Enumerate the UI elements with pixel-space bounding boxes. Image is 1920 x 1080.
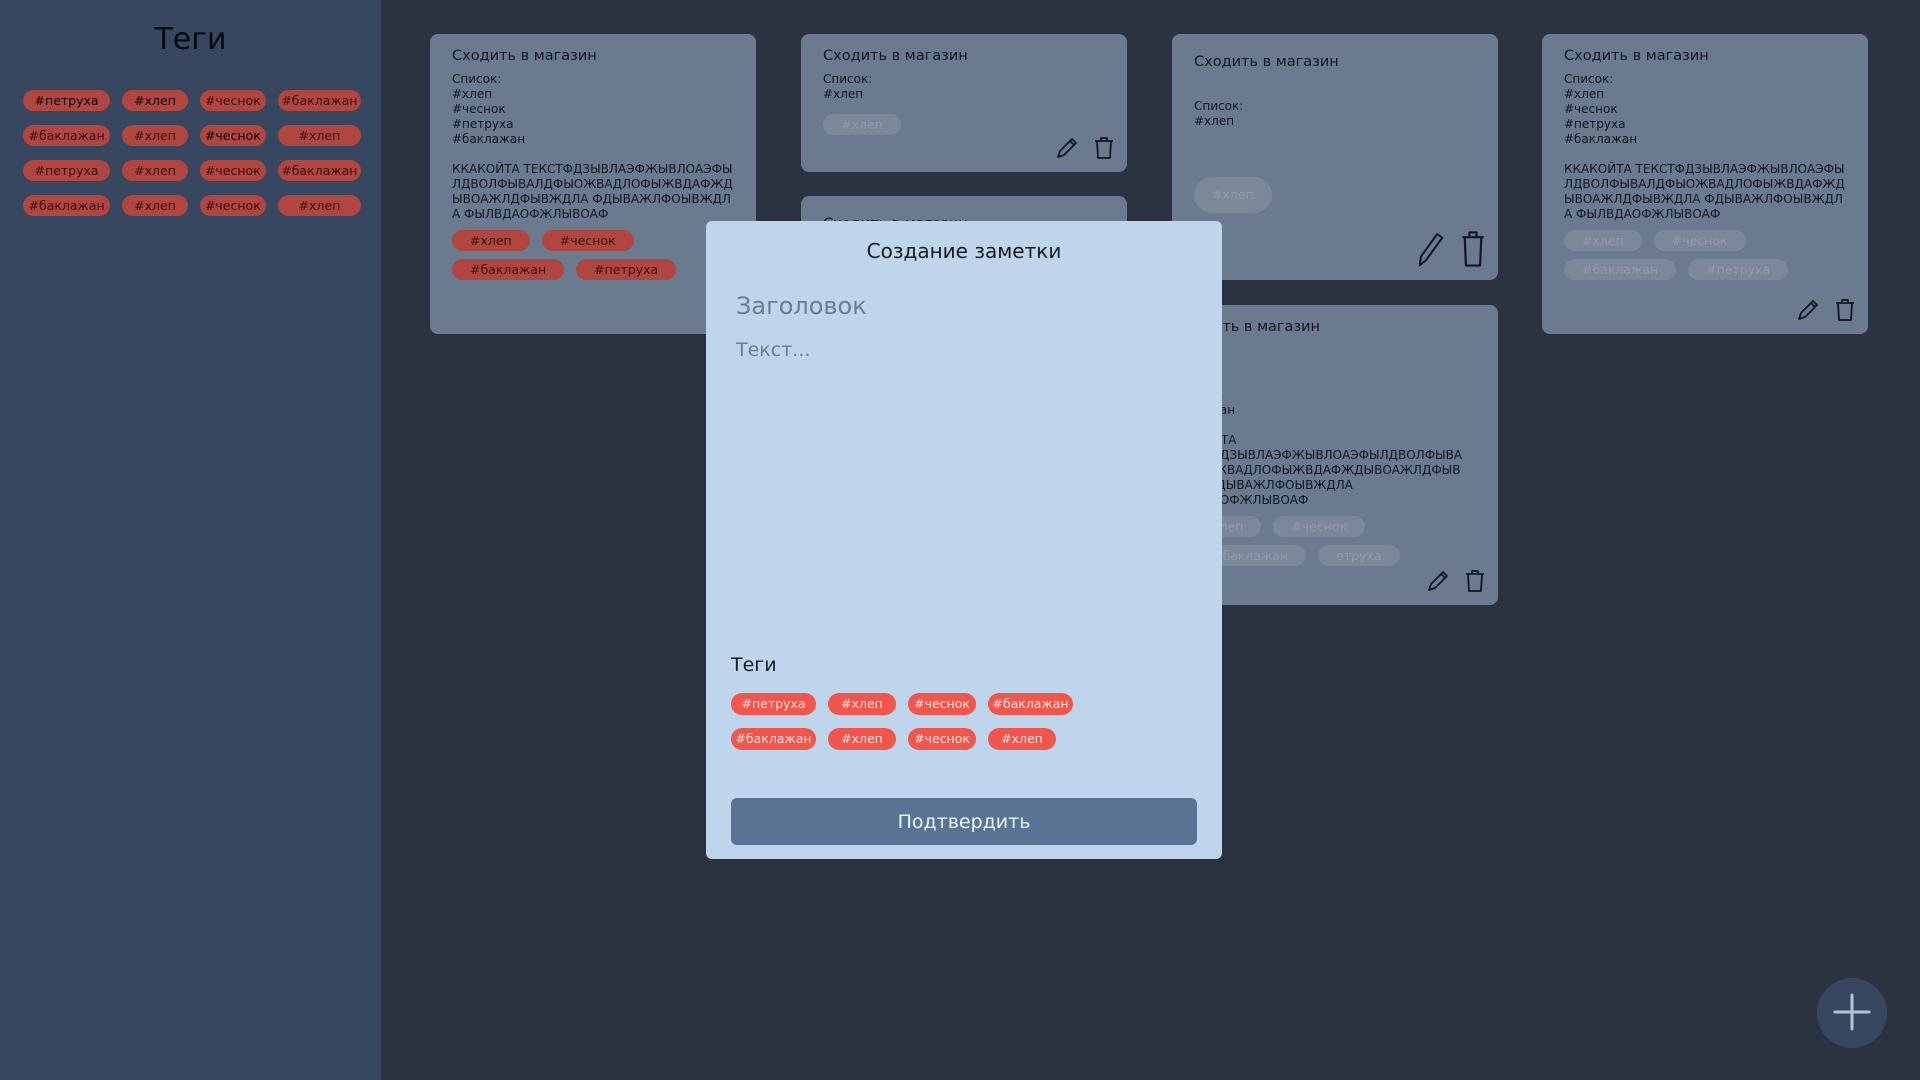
note-title: Сходить в магазин bbox=[1194, 54, 1339, 70]
sidebar-tag[interactable]: #баклажан bbox=[23, 125, 111, 146]
note-tag[interactable]: #чеснок bbox=[1273, 516, 1366, 537]
note-tag[interactable]: #баклажан bbox=[452, 259, 565, 280]
sidebar-tag[interactable]: #петруха bbox=[23, 90, 111, 111]
note-body: Список: #хлеп #чеснок #петруха #баклажан… bbox=[452, 72, 733, 221]
note-tags: #хлеп #чеснок #баклажан #петруха bbox=[452, 230, 734, 280]
confirm-button[interactable]: Подтвердить bbox=[731, 798, 1197, 845]
modal-tag[interactable]: #баклажан bbox=[988, 693, 1073, 715]
modal-title: Создание заметки bbox=[866, 239, 1062, 263]
note-body: Список: #хлеп bbox=[1194, 99, 1244, 128]
note-title: одить в магазин bbox=[1194, 319, 1321, 335]
plus-icon bbox=[1831, 991, 1873, 1036]
sidebar-tag[interactable]: #баклажан bbox=[23, 195, 111, 216]
note-actions bbox=[1796, 298, 1856, 326]
modal-tag[interactable]: #хлеп bbox=[828, 693, 896, 715]
note-body: Список: #хлеп #чеснок #петруха #баклажан… bbox=[1564, 72, 1845, 221]
note-text-input[interactable] bbox=[734, 337, 1198, 641]
sidebar-tag-row: #петруха #хлеп #чеснок #баклажан bbox=[23, 90, 373, 125]
sidebar-tag[interactable]: #чеснок bbox=[199, 195, 266, 216]
sidebar-tag-list: #петруха #хлеп #чеснок #баклажан #баклаж… bbox=[23, 90, 373, 230]
note-tag[interactable]: #петруха bbox=[1688, 259, 1789, 280]
note-actions bbox=[1416, 230, 1486, 272]
modal-tag-row: #петруха #хлеп #чеснок #баклажан bbox=[731, 693, 1201, 728]
pencil-icon[interactable] bbox=[1796, 298, 1820, 326]
pencil-icon[interactable] bbox=[1055, 136, 1079, 164]
trash-icon[interactable] bbox=[1464, 569, 1486, 597]
note-title-input[interactable] bbox=[734, 291, 1198, 321]
note-body: Список: #хлеп bbox=[823, 72, 873, 101]
add-note-button[interactable] bbox=[1817, 978, 1887, 1048]
note-tag[interactable]: #хлеп bbox=[452, 230, 530, 251]
note-tags: #хлеп bbox=[1194, 177, 1476, 213]
modal-tag[interactable]: #баклажан bbox=[731, 728, 816, 750]
modal-tag[interactable]: #хлеп bbox=[988, 728, 1056, 750]
sidebar-title: Теги bbox=[154, 22, 227, 57]
note-tags: #хлеп bbox=[823, 114, 1105, 135]
trash-icon[interactable] bbox=[1093, 136, 1115, 164]
note-tag[interactable]: #баклажан bbox=[1564, 259, 1677, 280]
trash-icon[interactable] bbox=[1460, 230, 1486, 272]
modal-tag[interactable]: #чеснок bbox=[908, 728, 976, 750]
sidebar-tag[interactable]: #хлеп bbox=[122, 90, 188, 111]
note-tag[interactable]: #хлеп bbox=[1194, 177, 1272, 213]
sidebar-tag[interactable]: #баклажан bbox=[277, 90, 362, 111]
sidebar-tag[interactable]: #чеснок bbox=[199, 160, 266, 181]
modal-tags-title: Теги bbox=[731, 654, 777, 676]
note-title: Сходить в магазин bbox=[823, 48, 968, 64]
modal-tag[interactable]: #чеснок bbox=[908, 693, 976, 715]
note-card[interactable]: Сходить в магазин Список: #хлеп #хлеп bbox=[801, 34, 1127, 172]
note-title: Сходить в магазин bbox=[452, 48, 597, 64]
create-note-modal: Создание заметки Теги #петруха #хлеп #че… bbox=[706, 221, 1222, 859]
sidebar-tag[interactable]: #баклажан bbox=[277, 160, 362, 181]
sidebar-tag[interactable]: #хлеп bbox=[122, 125, 188, 146]
modal-tag-row: #баклажан #хлеп #чеснок #хлеп bbox=[731, 728, 1201, 763]
sidebar-tag[interactable]: #хлеп bbox=[277, 195, 362, 216]
note-tag[interactable]: #хлеп bbox=[823, 114, 901, 135]
note-title: Сходить в магазин bbox=[1564, 48, 1709, 64]
trash-icon[interactable] bbox=[1834, 298, 1856, 326]
note-tag[interactable]: #хлеп bbox=[1564, 230, 1642, 251]
pencil-icon[interactable] bbox=[1426, 569, 1450, 597]
sidebar-tag[interactable]: #петруха bbox=[23, 160, 111, 181]
pencil-icon[interactable] bbox=[1416, 230, 1446, 272]
note-actions bbox=[1426, 569, 1486, 597]
sidebar-tag[interactable]: #хлеп bbox=[122, 160, 188, 181]
sidebar-tag-row: #баклажан #хлеп #чеснок #хлеп bbox=[23, 195, 373, 230]
modal-tag[interactable]: #хлеп bbox=[828, 728, 896, 750]
note-actions bbox=[1055, 136, 1115, 164]
note-tag[interactable]: етруха bbox=[1318, 545, 1400, 566]
note-tag[interactable]: #петруха bbox=[576, 259, 677, 280]
sidebar-tag[interactable]: #хлеп bbox=[122, 195, 188, 216]
sidebar-tag-row: #петруха #хлеп #чеснок #баклажан bbox=[23, 160, 373, 195]
sidebar-tag[interactable]: #чеснок bbox=[199, 125, 266, 146]
modal-tag-list: #петруха #хлеп #чеснок #баклажан #баклаж… bbox=[731, 693, 1201, 763]
sidebar-tag[interactable]: #хлеп bbox=[277, 125, 362, 146]
modal-tag[interactable]: #петруха bbox=[731, 693, 816, 715]
note-body: сок: п нок руха лажан КОЙТА СТФДЗЫВЛАЭФЖ… bbox=[1194, 343, 1463, 507]
sidebar-tag[interactable]: #чеснок bbox=[199, 90, 266, 111]
note-tags: хлеп #чеснок #баклажан етруха bbox=[1194, 516, 1476, 566]
sidebar-tag-row: #баклажан #хлеп #чеснок #хлеп bbox=[23, 125, 373, 160]
note-tag[interactable]: #чеснок bbox=[1653, 230, 1746, 251]
tags-sidebar: Теги #петруха #хлеп #чеснок #баклажан #б… bbox=[0, 0, 381, 1080]
note-tag[interactable]: #чеснок bbox=[541, 230, 634, 251]
note-tags: #хлеп #чеснок #баклажан #петруха bbox=[1564, 230, 1846, 280]
note-card[interactable]: Сходить в магазин Список: #хлеп #чеснок … bbox=[1542, 34, 1868, 334]
